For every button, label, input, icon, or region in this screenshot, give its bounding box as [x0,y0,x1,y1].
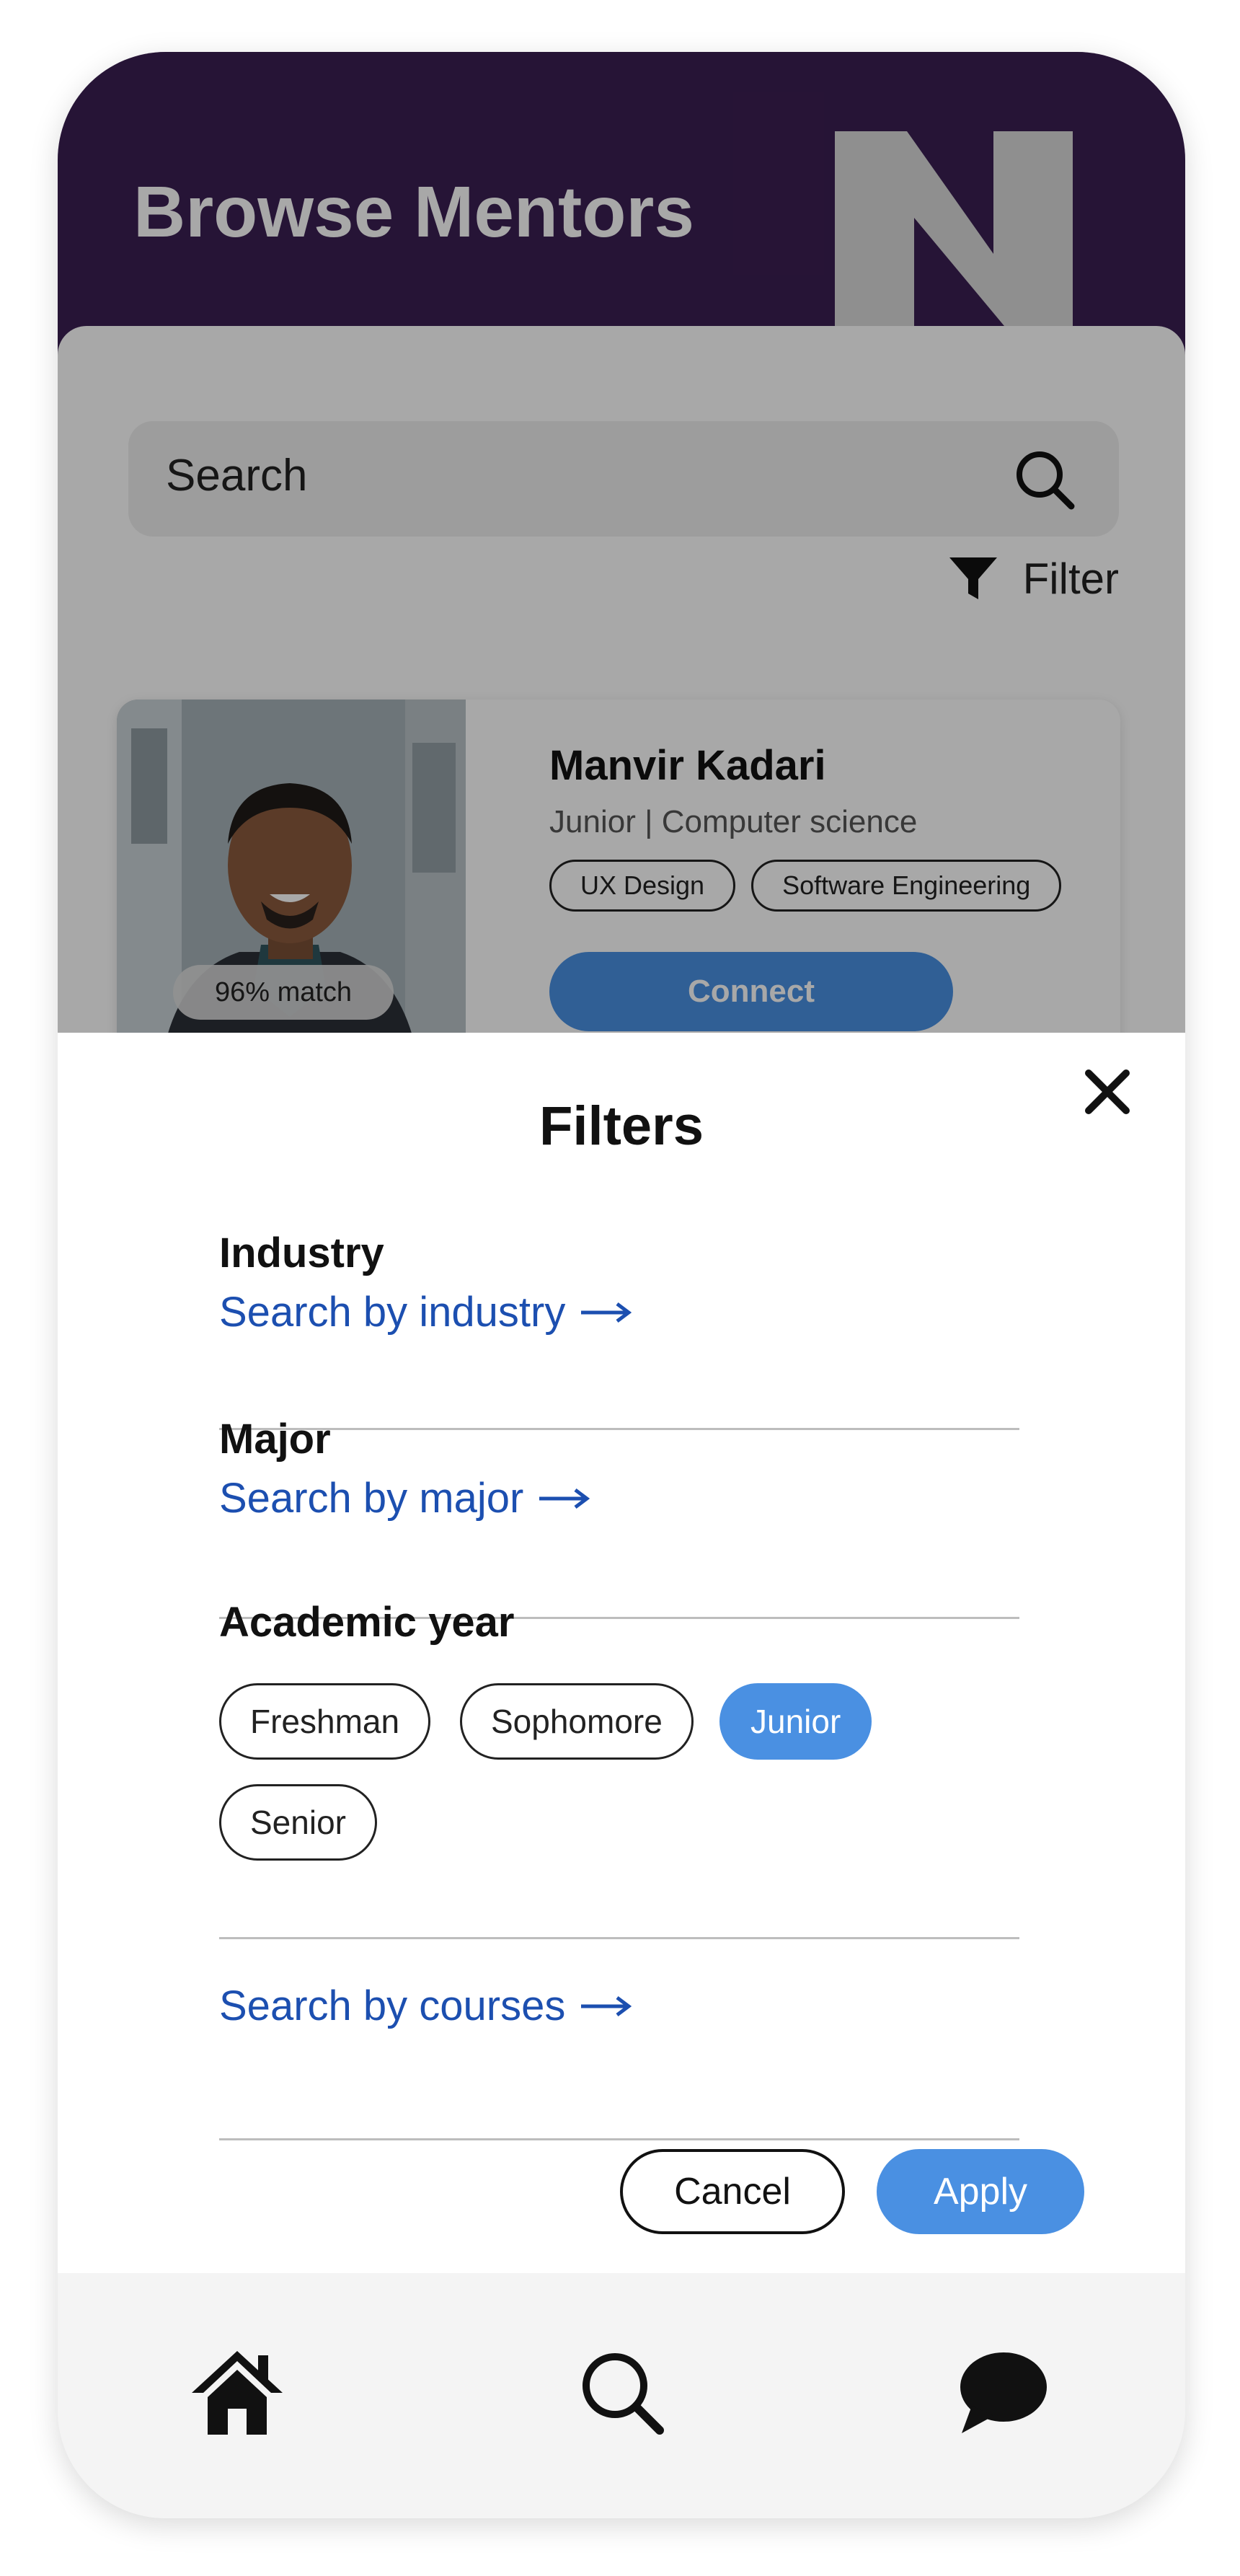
search-by-courses-link[interactable]: Search by courses [219,1982,632,2030]
search-by-industry-text: Search by industry [219,1289,566,1336]
home-icon [192,2351,283,2435]
apply-button[interactable]: Apply [877,2149,1084,2234]
search-by-major-text: Search by major [219,1475,524,1522]
chip-freshman[interactable]: Freshman [219,1683,431,1760]
nav-search[interactable] [575,2345,668,2439]
arrow-right-icon [581,1995,632,2016]
chip-senior[interactable]: Senior [219,1784,377,1861]
phone-frame: Browse Mentors Search Filter 96% match M… [58,52,1185,2518]
modal-backdrop[interactable] [58,52,1185,1033]
search-icon [583,2353,664,2435]
chat-icon [960,2352,1047,2433]
arrow-right-icon [539,1488,590,1509]
chip-junior[interactable]: Junior [719,1683,872,1760]
divider [219,1937,1019,1939]
sheet-title: Filters [539,1095,704,1157]
chip-sophomore[interactable]: Sophomore [460,1683,694,1760]
industry-label: Industry [219,1230,384,1276]
filters-sheet: Filters Industry Search by industry Majo… [58,1033,1185,2273]
bottom-nav [58,2273,1185,2518]
academic-year-label: Academic year [219,1599,515,1646]
cancel-button[interactable]: Cancel [620,2149,845,2234]
search-by-major-link[interactable]: Search by major [219,1474,590,1522]
nav-messages[interactable] [955,2345,1048,2439]
search-by-industry-link[interactable]: Search by industry [219,1288,632,1336]
major-label: Major [219,1416,331,1463]
divider [219,2138,1019,2140]
nav-home[interactable] [190,2345,284,2439]
divider [219,1428,1019,1430]
search-by-courses-text: Search by courses [219,1982,566,2029]
arrow-right-icon [581,1302,632,1323]
